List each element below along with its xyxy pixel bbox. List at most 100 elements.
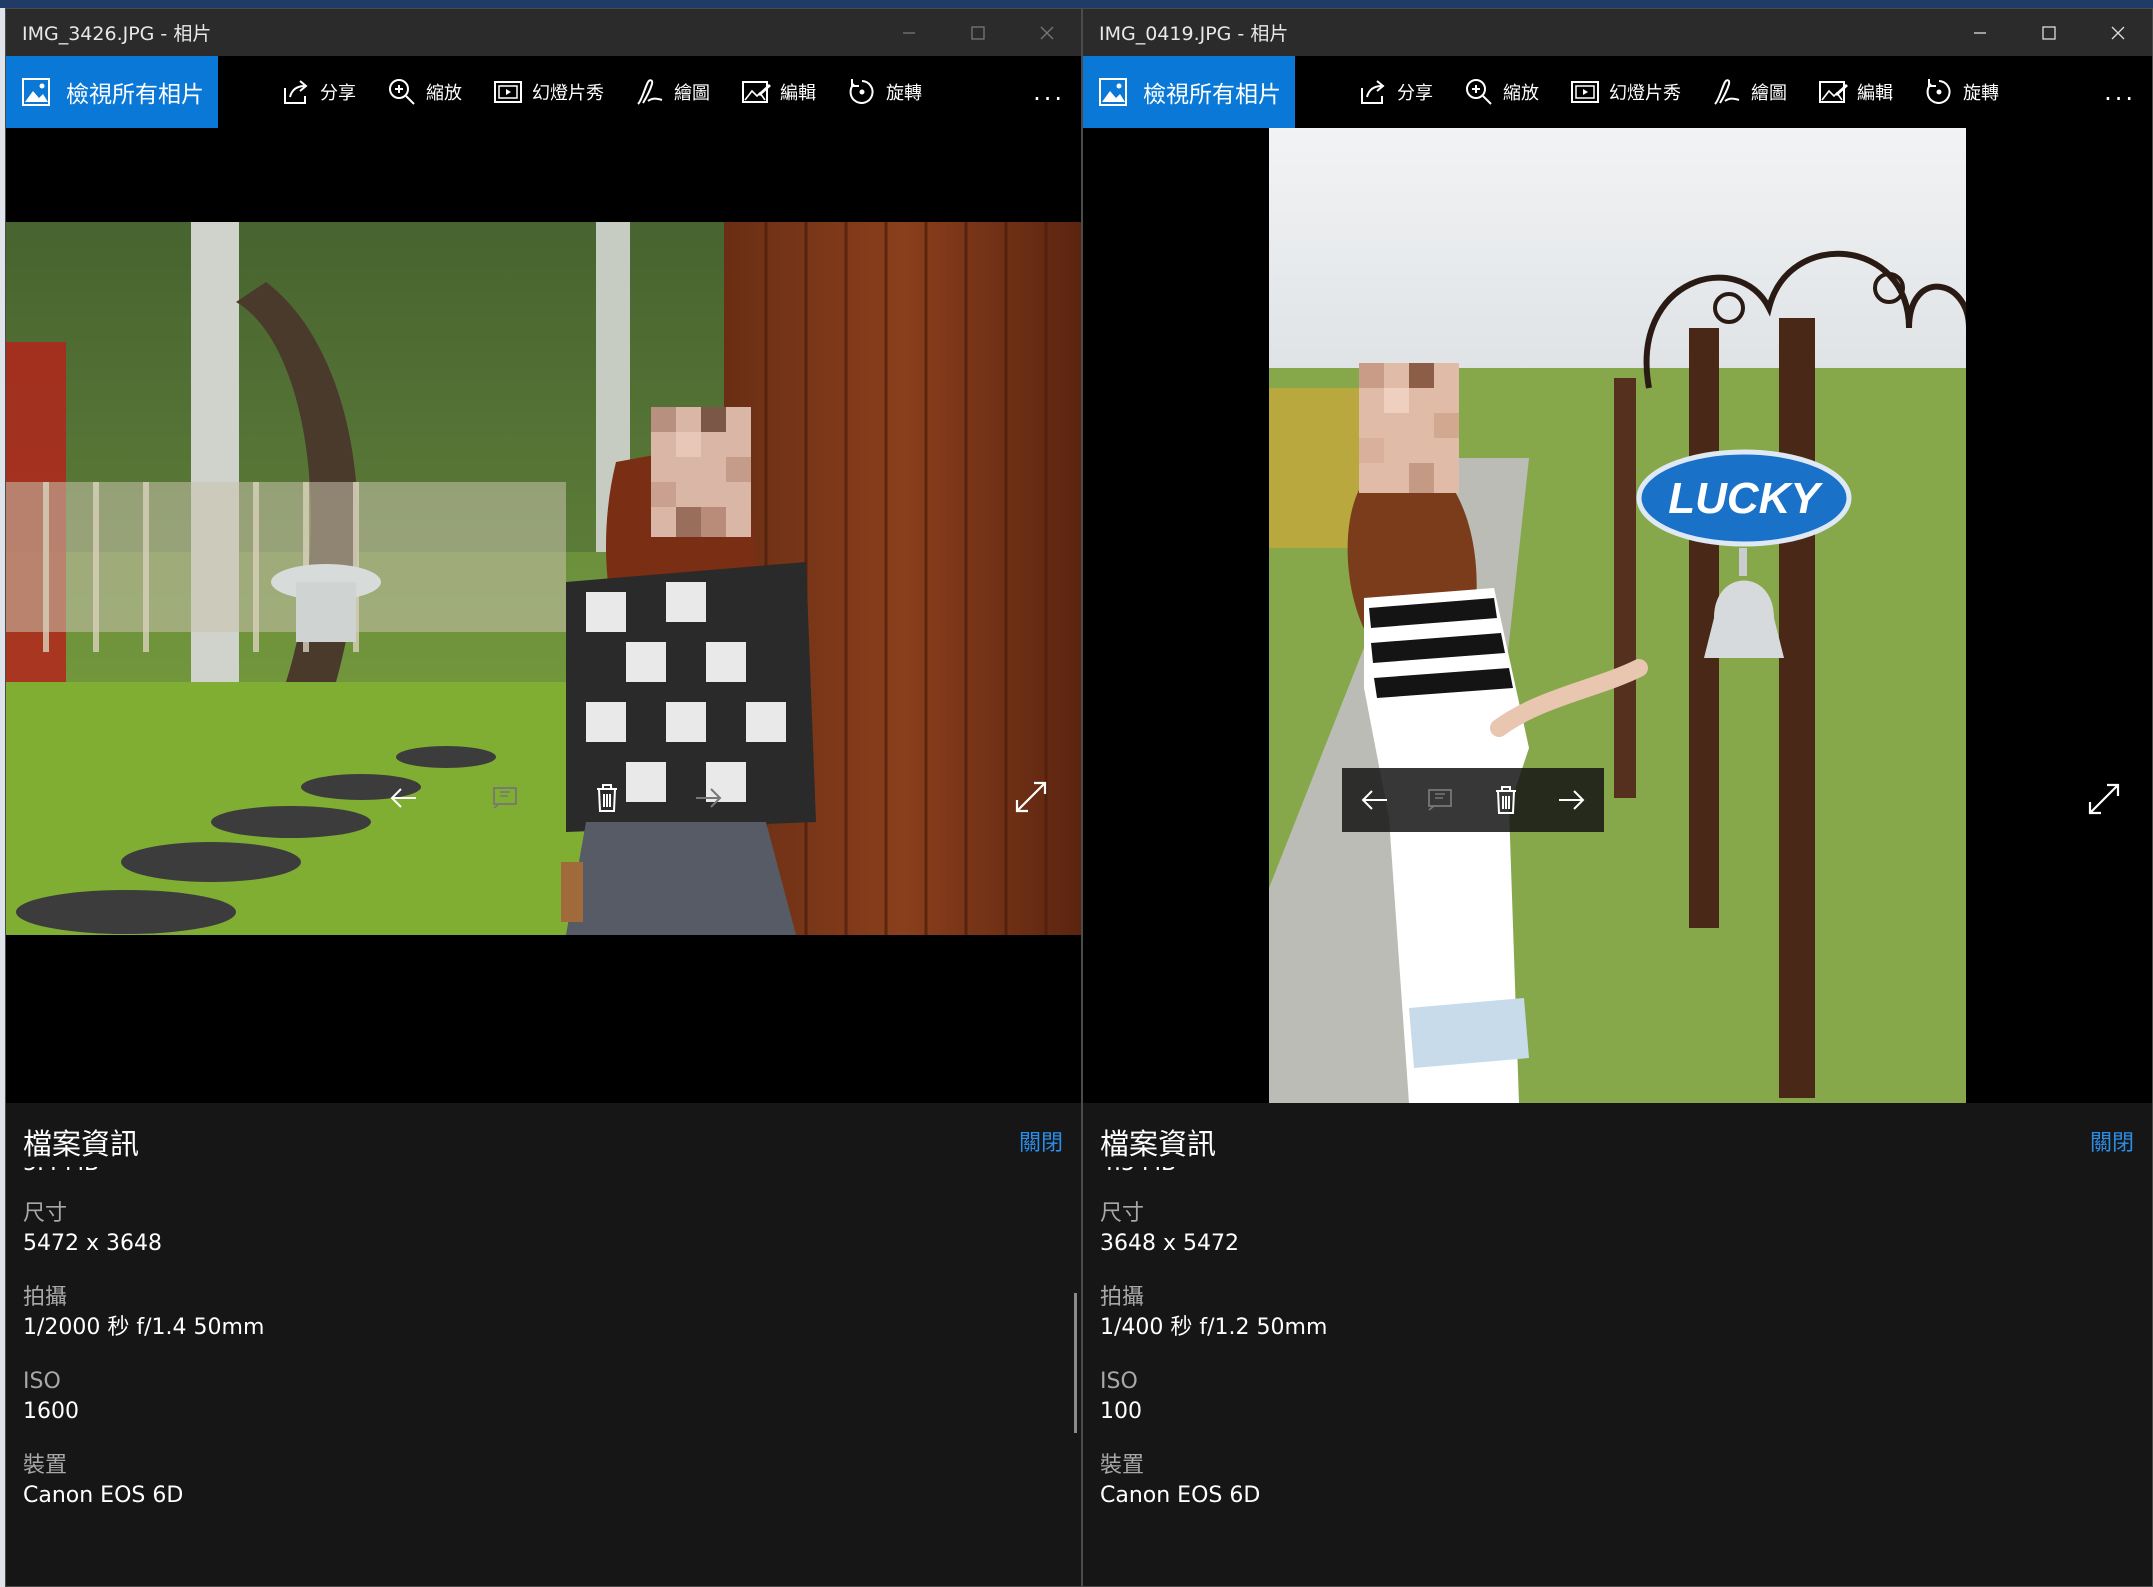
photos-icon — [22, 78, 50, 106]
command-bar: 檢視所有相片 分享 縮放 幻燈片秀 繪圖 編輯 旋轉 — [6, 56, 1081, 128]
info-value: 3648 x 5472 — [1100, 1231, 1239, 1256]
info-value: 1600 — [23, 1399, 79, 1424]
zoom-button[interactable]: 縮放 — [386, 56, 462, 128]
previous-arrow-icon[interactable] — [386, 780, 422, 816]
rotate-icon — [1926, 79, 1951, 104]
edit-button[interactable]: 編輯 — [740, 56, 816, 128]
next-arrow-icon[interactable] — [690, 780, 726, 816]
more-options-button[interactable]: ... — [1033, 56, 1065, 128]
zoom-button[interactable]: 縮放 — [1463, 56, 1539, 128]
share-button[interactable]: 分享 — [1357, 56, 1433, 128]
slideshow-button[interactable]: 幻燈片秀 — [1569, 56, 1681, 128]
photo-viewer[interactable]: LUCKY — [1083, 128, 2152, 1103]
fullscreen-icon[interactable] — [2087, 782, 2121, 816]
edit-icon — [742, 81, 771, 103]
info-item-dimensions: 尺寸 3648 x 5472 — [1100, 1199, 2132, 1259]
info-value: 1/2000 秒 f/1.4 50mm — [23, 1315, 265, 1340]
file-size-value: 5.4 MB — [23, 1167, 1061, 1175]
rotate-label: 旋轉 — [1963, 83, 1999, 104]
edit-icon — [1819, 81, 1848, 103]
rotate-button[interactable]: 旋轉 — [1923, 56, 1999, 128]
share-icon — [1361, 80, 1385, 104]
maximize-button[interactable] — [2014, 9, 2083, 56]
delete-icon[interactable] — [1488, 782, 1524, 818]
info-item-device: 裝置 Canon EOS 6D — [23, 1451, 1061, 1511]
set-as-icon[interactable] — [487, 780, 523, 816]
info-item-capture: 拍攝 1/400 秒 f/1.2 50mm — [1100, 1283, 2132, 1343]
info-label: 裝置 — [23, 1453, 68, 1478]
photo-viewer[interactable] — [6, 128, 1081, 1103]
next-arrow-icon[interactable] — [1553, 782, 1589, 818]
previous-arrow-icon[interactable] — [1357, 782, 1393, 818]
view-all-label: 檢視所有相片 — [1143, 82, 1281, 108]
info-item-capture: 拍攝 1/2000 秒 f/1.4 50mm — [23, 1283, 1061, 1343]
zoom-icon — [389, 79, 415, 105]
view-all-photos-button[interactable]: 檢視所有相片 — [6, 56, 218, 128]
rotate-icon — [849, 79, 874, 104]
slideshow-button[interactable]: 幻燈片秀 — [492, 56, 604, 128]
more-options-button[interactable]: ... — [2104, 56, 2136, 128]
edit-label: 編輯 — [1857, 83, 1893, 104]
lucky-sign-text: LUCKY — [1668, 474, 1823, 523]
minimize-button[interactable] — [1945, 9, 2014, 56]
info-label: 裝置 — [1100, 1453, 1145, 1478]
photo-landscape — [6, 222, 1081, 935]
draw-button[interactable]: 繪圖 — [1711, 56, 1787, 128]
info-label: 拍攝 — [1100, 1285, 1145, 1310]
draw-label: 繪圖 — [674, 83, 710, 104]
share-label: 分享 — [320, 83, 356, 104]
photos-window-right: IMG_0419.JPG - 相片 檢視所有相片 分享 縮放 幻燈片秀 繪圖 編… — [1082, 8, 2153, 1587]
info-item-iso: ISO 100 — [1100, 1367, 2132, 1427]
info-label: ISO — [23, 1369, 61, 1394]
slideshow-icon — [494, 81, 522, 103]
share-icon — [284, 80, 308, 104]
edit-button[interactable]: 編輯 — [1817, 56, 1893, 128]
info-header: 檔案資訊 — [1100, 1127, 1217, 1161]
photos-icon — [1099, 78, 1127, 106]
zoom-label: 縮放 — [426, 83, 462, 104]
info-scrollbar-thumb[interactable] — [1074, 1293, 1077, 1433]
fullscreen-icon[interactable] — [1014, 780, 1048, 814]
draw-label: 繪圖 — [1751, 83, 1787, 104]
view-all-photos-button[interactable]: 檢視所有相片 — [1083, 56, 1295, 128]
delete-icon[interactable] — [589, 780, 625, 816]
slideshow-icon — [1571, 81, 1599, 103]
set-as-icon[interactable] — [1422, 782, 1458, 818]
info-close-link[interactable]: 關閉 — [2090, 1125, 2134, 1157]
info-close-link[interactable]: 關閉 — [1019, 1125, 1063, 1157]
info-label: 尺寸 — [23, 1201, 68, 1226]
rotate-label: 旋轉 — [886, 83, 922, 104]
titlebar[interactable]: IMG_0419.JPG - 相片 — [1083, 9, 2152, 56]
info-value: 5472 x 3648 — [23, 1231, 162, 1256]
rotate-button[interactable]: 旋轉 — [846, 56, 922, 128]
photo-nav-bar — [386, 768, 726, 828]
info-label: 拍攝 — [23, 1285, 68, 1310]
maximize-icon — [2041, 25, 2056, 40]
info-item-dimensions: 尺寸 5472 x 3648 — [23, 1199, 1061, 1259]
close-window-button[interactable] — [1012, 9, 1081, 56]
minimize-icon — [1973, 31, 1986, 34]
info-item-device: 裝置 Canon EOS 6D — [1100, 1451, 2132, 1511]
info-value: 100 — [1100, 1399, 1142, 1424]
command-bar: 檢視所有相片 分享 縮放 幻燈片秀 繪圖 編輯 旋轉 — [1083, 56, 2152, 128]
view-all-label: 檢視所有相片 — [66, 82, 204, 108]
photo-portrait: LUCKY — [1269, 128, 1966, 1103]
share-label: 分享 — [1397, 83, 1433, 104]
draw-button[interactable]: 繪圖 — [634, 56, 710, 128]
maximize-icon — [970, 25, 985, 40]
info-label: ISO — [1100, 1369, 1138, 1394]
slideshow-label: 幻燈片秀 — [1609, 83, 1681, 104]
file-info-panel: 檔案資訊 關閉 4.5 MB 尺寸 3648 x 5472 拍攝 1/400 秒… — [1083, 1103, 2152, 1586]
share-button[interactable]: 分享 — [280, 56, 356, 128]
info-value: Canon EOS 6D — [1100, 1483, 1261, 1508]
zoom-icon — [1466, 79, 1492, 105]
info-item-iso: ISO 1600 — [23, 1367, 1061, 1427]
close-window-button[interactable] — [2083, 9, 2152, 56]
edit-label: 編輯 — [780, 83, 816, 104]
maximize-button[interactable] — [943, 9, 1012, 56]
minimize-icon — [902, 31, 915, 34]
minimize-button[interactable] — [874, 9, 943, 56]
photo-nav-bar — [1357, 770, 1589, 830]
titlebar[interactable]: IMG_3426.JPG - 相片 — [6, 9, 1081, 56]
draw-icon — [1714, 79, 1740, 105]
